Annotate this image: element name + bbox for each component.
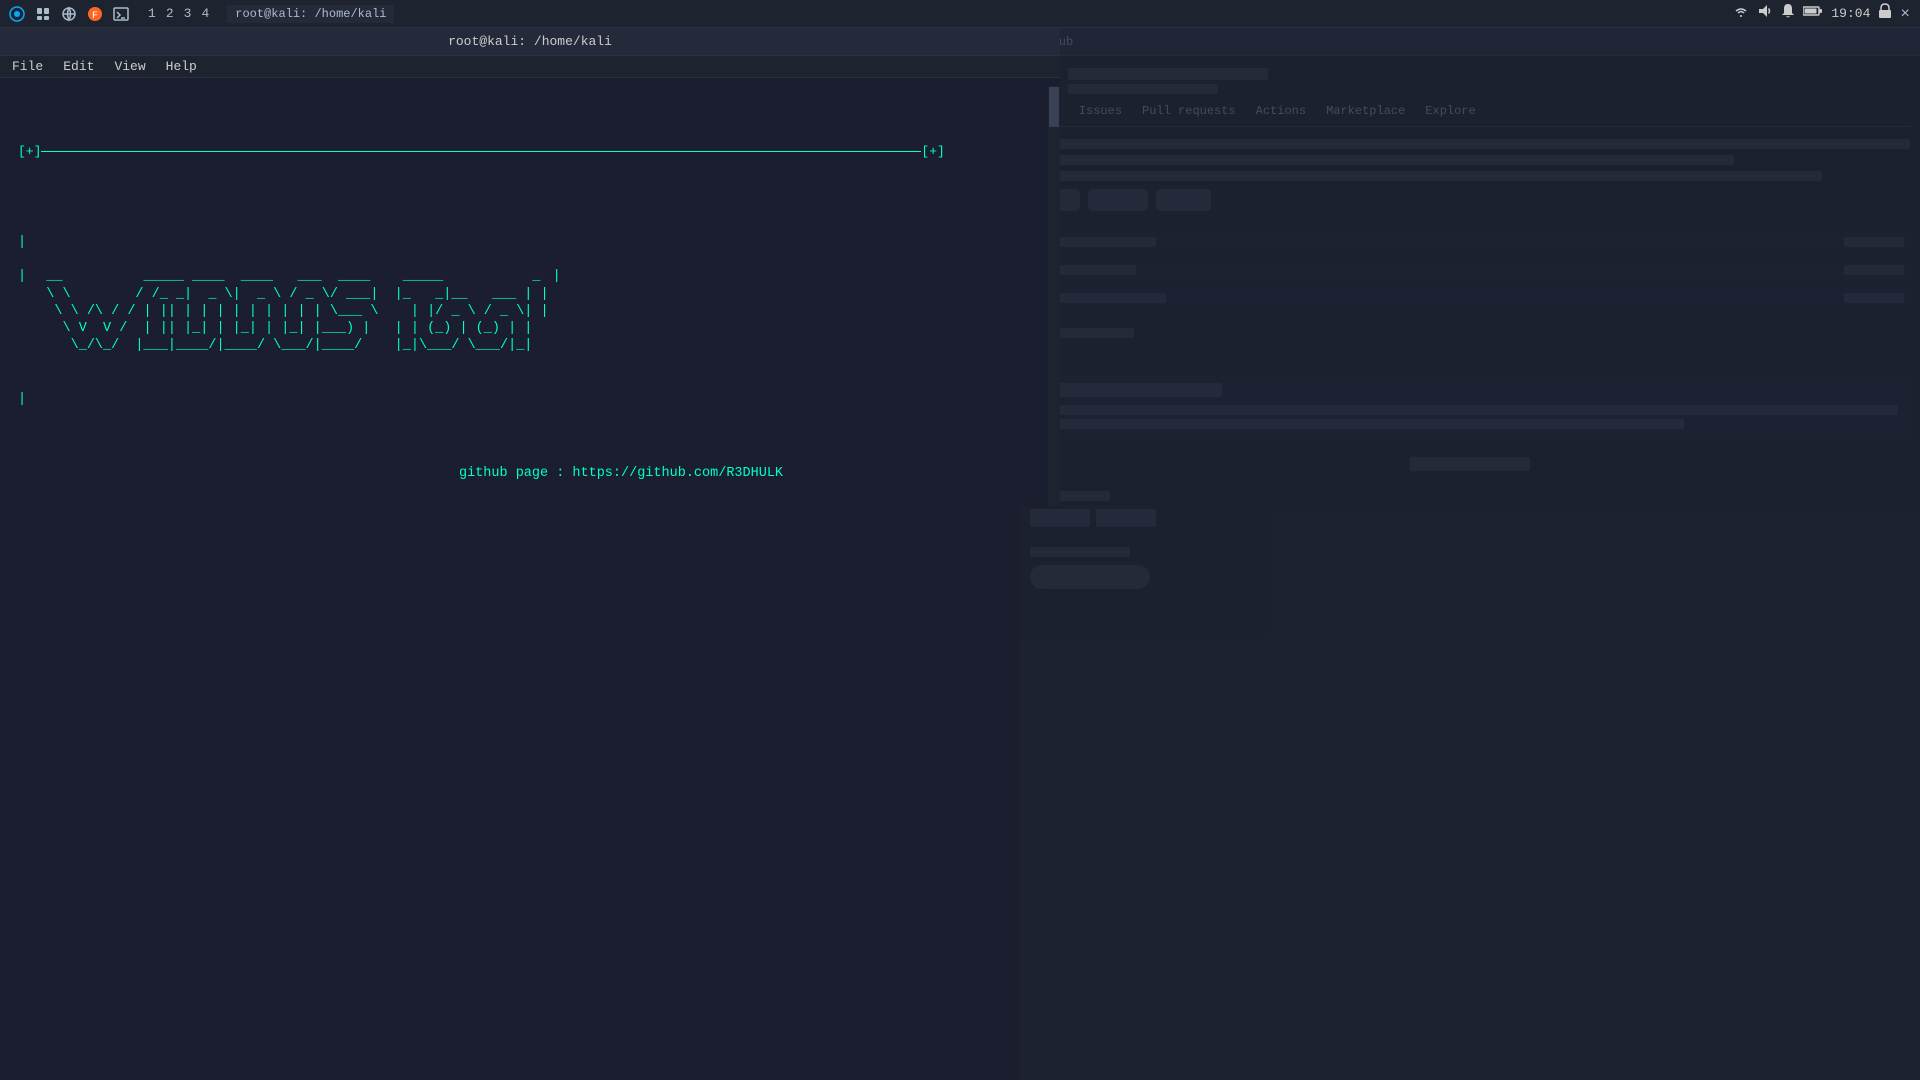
banner-ascii-art-container: | __ _____ ____ ____ ___ ____ _____ _ \ … (18, 268, 1042, 354)
terminal-window: root@kali: /home/kali File Edit View Hel… (0, 28, 1060, 508)
workspace-3[interactable]: 3 (180, 6, 196, 21)
background-browser-window: GitHub Code Issues Pull requests Actions… (1020, 28, 1920, 1080)
banner-github-line: github page : https://github.com/R3DHULK (18, 465, 1042, 484)
workspace-4[interactable]: 4 (197, 6, 213, 21)
taskbar-left: F 1 2 3 4 root@kali: /home/kali (0, 3, 394, 25)
workspace-2[interactable]: 2 (162, 6, 178, 21)
banner-side-left-2: | (18, 391, 1042, 410)
clock: 19:04 (1831, 6, 1870, 21)
kali-menu-icon[interactable] (6, 3, 28, 25)
files-icon[interactable] (32, 3, 54, 25)
taskbar: F 1 2 3 4 root@kali: /home/kali (0, 0, 1920, 28)
banner-top-border: [+][+] (18, 143, 1042, 161)
app-icon[interactable]: F (84, 3, 106, 25)
terminal-titlebar: root@kali: /home/kali (0, 28, 1060, 56)
lock-icon (1878, 3, 1892, 24)
active-app[interactable]: root@kali: /home/kali (227, 5, 394, 23)
terminal-menubar: File Edit View Help (0, 56, 1060, 78)
terminal-icon[interactable] (110, 3, 132, 25)
active-app-label: root@kali: /home/kali (235, 7, 386, 21)
workspace-1[interactable]: 1 (144, 6, 160, 21)
speaker-icon (1757, 3, 1773, 24)
wifi-icon (1733, 3, 1749, 24)
terminal-title: root@kali: /home/kali (448, 34, 612, 49)
scrollbar-thumb[interactable] (1049, 87, 1059, 127)
menu-view[interactable]: View (114, 59, 145, 74)
bg-window-body: Code Issues Pull requests Actions Market… (1020, 56, 1920, 599)
taskbar-right: 19:04 × (1733, 3, 1920, 24)
browser-icon[interactable] (58, 3, 80, 25)
banner-ascii-left-bar: | (18, 234, 1042, 252)
battery-icon (1803, 5, 1823, 22)
menu-help[interactable]: Help (166, 59, 197, 74)
menu-file[interactable]: File (12, 59, 43, 74)
svg-text:F: F (92, 11, 98, 22)
window-close-icon[interactable]: × (1900, 5, 1910, 23)
banner-ascii-art: __ _____ ____ ____ ___ ____ _____ _ \ \ … (30, 268, 548, 354)
bg-titlebar: GitHub (1020, 28, 1920, 56)
menu-edit[interactable]: Edit (63, 59, 94, 74)
terminal-content: [+][+] | | __ _____ ____ ____ ___ ____ _… (0, 78, 1060, 508)
terminal-scrollbar[interactable] (1048, 86, 1060, 506)
workspace-switcher: 1 2 3 4 (144, 6, 213, 21)
banner: [+][+] | | __ _____ ____ ____ ___ ____ _… (18, 88, 1042, 508)
bell-icon (1781, 3, 1795, 24)
